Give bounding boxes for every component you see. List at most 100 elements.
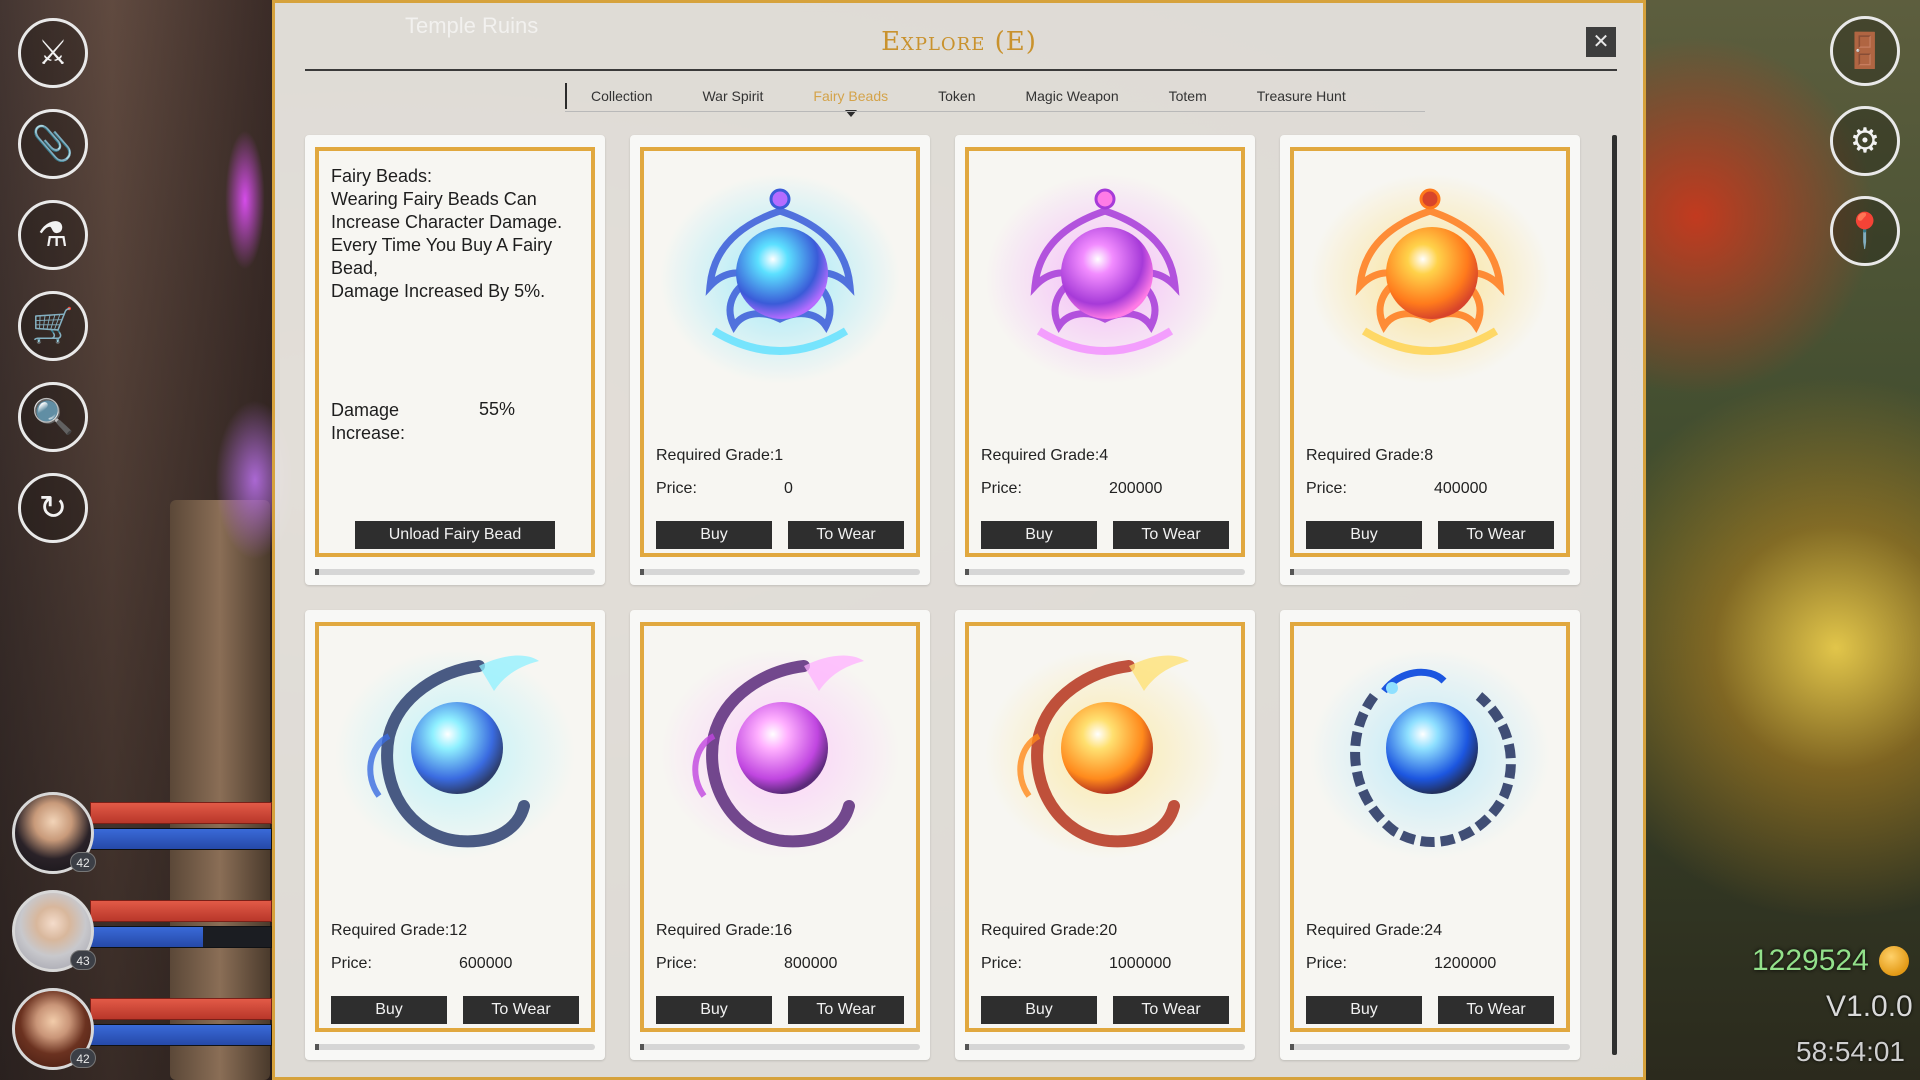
scroll-thumb[interactable] (640, 569, 644, 575)
card-scroll-track[interactable] (965, 569, 1245, 575)
tab-magic-weapon[interactable]: Magic Weapon (1025, 88, 1118, 104)
door-icon[interactable]: 🚪 (1830, 16, 1900, 86)
party-member[interactable]: 42 (10, 790, 272, 886)
bead-card: Required Grade:16 Price: 800000 Buy To W… (630, 610, 930, 1060)
card-scroll-track[interactable] (640, 569, 920, 575)
info-card: Fairy Beads: Wearing Fairy Beads Can Inc… (305, 135, 605, 585)
scroll-thumb[interactable] (965, 569, 969, 575)
required-grade: Required Grade:1 (656, 447, 784, 464)
gear-icon[interactable]: ⚙ (1830, 106, 1900, 176)
scroll-thumb[interactable] (1290, 569, 1294, 575)
card-frame: Required Grade:12 Price: 600000 Buy To W… (315, 622, 595, 1032)
tab-collection[interactable]: Collection (591, 88, 652, 104)
to-wear-button[interactable]: To Wear (788, 521, 904, 549)
tab-totem[interactable]: Totem (1169, 88, 1207, 104)
price-label: Price: (981, 955, 1022, 972)
tab-treasure-hunt[interactable]: Treasure Hunt (1257, 88, 1346, 104)
fairy-bead-image (1310, 649, 1550, 859)
play-timer: 58:54:01 (1796, 1036, 1905, 1067)
to-wear-button[interactable]: To Wear (1113, 996, 1229, 1024)
to-wear-button[interactable]: To Wear (788, 996, 904, 1024)
tab-war-spirit[interactable]: War Spirit (702, 88, 763, 104)
price-value: 600000 (459, 955, 513, 972)
mp-fill (91, 1025, 271, 1045)
buy-button[interactable]: Buy (331, 996, 447, 1024)
info-line: Every Time You Buy A Fairy Bead, (331, 235, 553, 278)
mp-fill (91, 829, 271, 849)
price-value: 800000 (784, 955, 838, 972)
fairy-bead-image (660, 649, 900, 859)
magic-glow-top (225, 130, 265, 270)
version-label: V1.0.0 (1826, 990, 1913, 1023)
buy-button[interactable]: Buy (1306, 521, 1422, 549)
bead-card: Required Grade:1 Price: 0 Buy To Wear (630, 135, 930, 585)
tabs-underline (565, 111, 1425, 112)
fairy-bead-image (660, 174, 900, 384)
price-label: Price: (1306, 480, 1347, 497)
paperclip-icon[interactable]: 📎 (18, 109, 88, 179)
tab-bar: Collection War Spirit Fairy Beads Token … (565, 81, 1396, 117)
info-line: Wearing Fairy Beads Can Increase Charact… (331, 189, 563, 232)
magnifier-icon[interactable]: 🔍 (18, 382, 88, 452)
to-wear-button[interactable]: To Wear (1438, 996, 1554, 1024)
close-button[interactable]: ✕ (1586, 27, 1616, 57)
buy-button[interactable]: Buy (981, 996, 1097, 1024)
card-scroll-track[interactable] (315, 569, 595, 575)
price-value: 400000 (1434, 480, 1488, 497)
mp-bar (90, 1024, 272, 1046)
scroll-thumb[interactable] (315, 569, 319, 575)
to-wear-button[interactable]: To Wear (1438, 521, 1554, 549)
card-frame: Required Grade:8 Price: 400000 Buy To We… (1290, 147, 1570, 557)
hp-bar (90, 998, 272, 1020)
scroll-thumb[interactable] (640, 1044, 644, 1050)
card-frame: Required Grade:16 Price: 800000 Buy To W… (640, 622, 920, 1032)
buy-button[interactable]: Buy (1306, 996, 1422, 1024)
card-scroll-track[interactable] (1290, 569, 1570, 575)
to-wear-button[interactable]: To Wear (1113, 521, 1229, 549)
required-grade: Required Grade:20 (981, 922, 1118, 939)
card-scroll-track[interactable] (1290, 1044, 1570, 1050)
cart-icon[interactable]: 🛒 (18, 291, 88, 361)
card-scroll-track[interactable] (315, 1044, 595, 1050)
tab-fairy-beads[interactable]: Fairy Beads (813, 88, 889, 117)
party-member[interactable]: 42 (10, 986, 272, 1080)
buy-button[interactable]: Buy (981, 521, 1097, 549)
buy-button[interactable]: Buy (656, 521, 772, 549)
fairy-bead-image (985, 649, 1225, 859)
bead-card: Required Grade:24 Price: 1200000 Buy To … (1280, 610, 1580, 1060)
card-scroll-track[interactable] (640, 1044, 920, 1050)
tab-token[interactable]: Token (938, 88, 975, 104)
potion-icon[interactable]: ⚗ (18, 200, 88, 270)
panel-title: Explore (E) (881, 27, 1037, 57)
gold-amount: 1229524 (1752, 944, 1869, 977)
buy-button[interactable]: Buy (656, 996, 772, 1024)
unload-fairy-bead-button[interactable]: Unload Fairy Bead (355, 521, 555, 549)
card-scroll-track[interactable] (965, 1044, 1245, 1050)
coin-icon (1878, 946, 1909, 976)
party-member[interactable]: 43 (10, 888, 272, 984)
title-divider (305, 69, 1617, 71)
tab-label: Fairy Beads (813, 88, 889, 104)
price-label: Price: (656, 480, 697, 497)
fairy-bead-image (985, 174, 1225, 384)
price-value: 1200000 (1434, 955, 1497, 972)
scroll-thumb[interactable] (315, 1044, 319, 1050)
info-line: Damage Increased By 5%. (331, 281, 546, 301)
fairy-bead-image (1310, 174, 1550, 384)
hp-bar (90, 802, 272, 824)
level-badge: 42 (70, 1048, 96, 1068)
hp-bar (90, 900, 272, 922)
price-label: Price: (1306, 955, 1347, 972)
refresh-icon[interactable]: ↻ (18, 473, 88, 543)
pin-icon[interactable]: 📍 (1830, 196, 1900, 266)
required-grade: Required Grade:16 (656, 922, 793, 939)
to-wear-button[interactable]: To Wear (463, 996, 579, 1024)
sword-icon[interactable]: ⚔ (18, 18, 88, 88)
panel-scrollbar[interactable] (1612, 135, 1617, 1055)
scroll-thumb[interactable] (1290, 1044, 1294, 1050)
damage-increase-label: Damage Increase: (331, 400, 406, 443)
scroll-thumb[interactable] (965, 1044, 969, 1050)
price-value: 200000 (1109, 480, 1163, 497)
required-grade: Required Grade:12 (331, 922, 468, 939)
mp-bar (90, 926, 272, 948)
